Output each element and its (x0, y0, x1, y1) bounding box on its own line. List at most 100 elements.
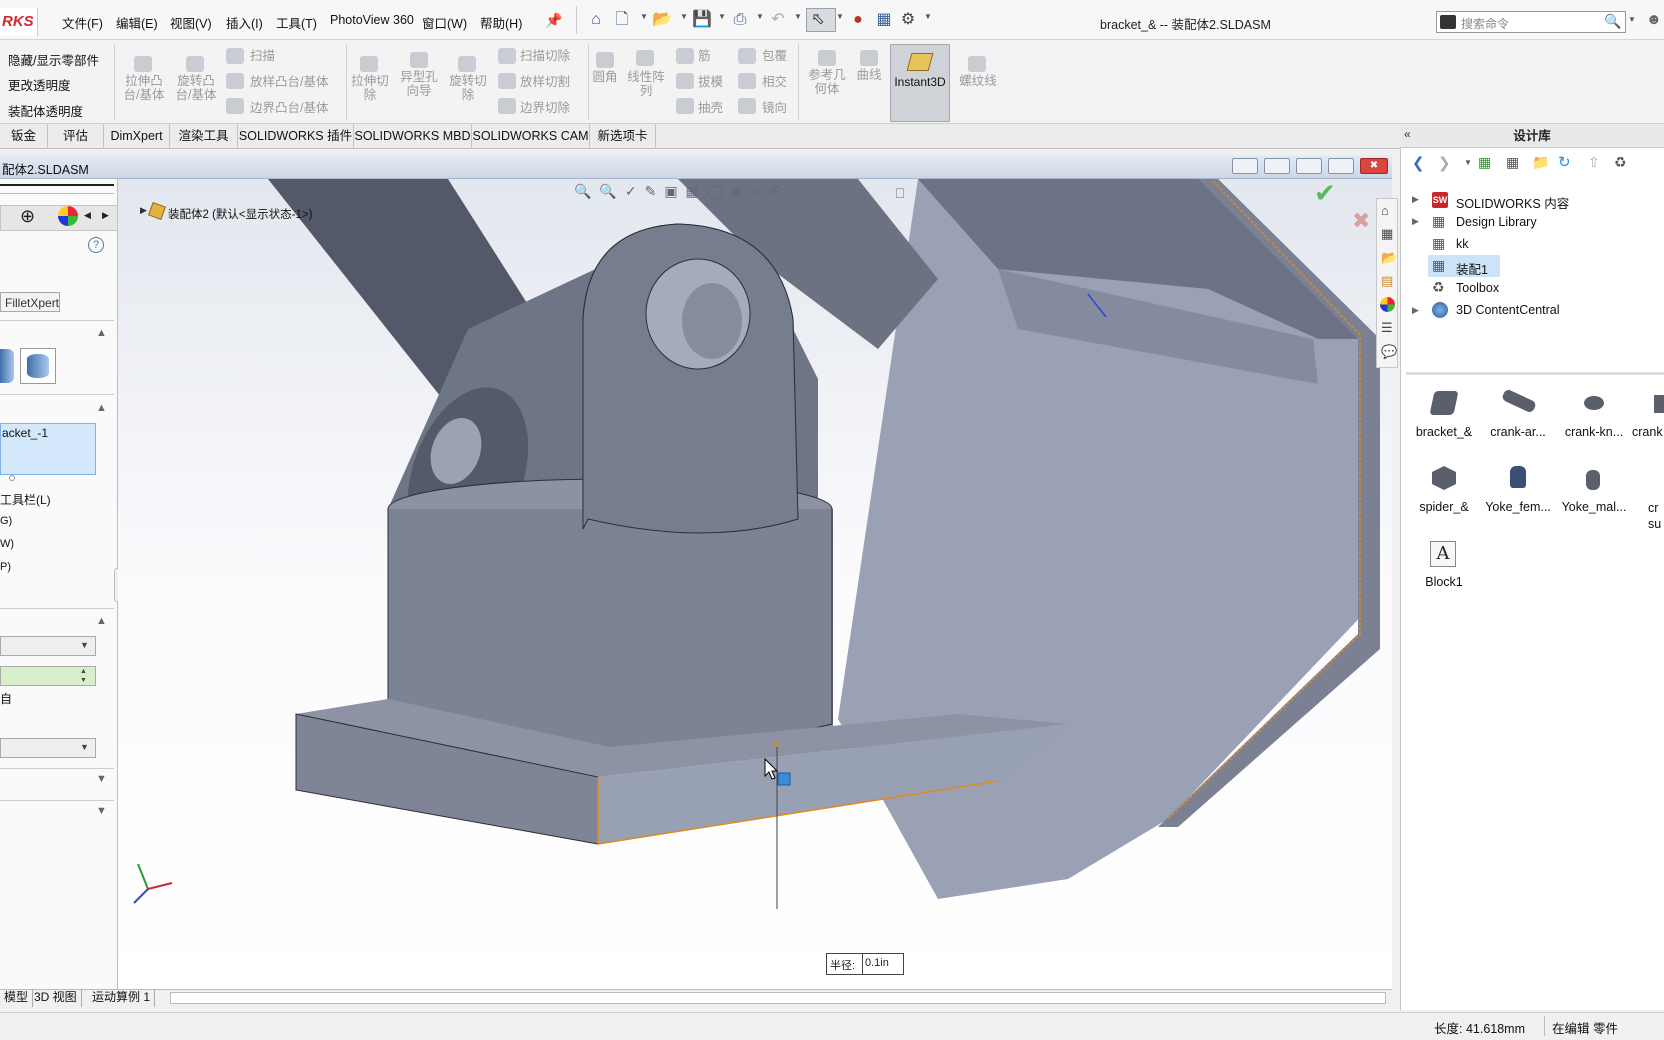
extrude-boss-button[interactable]: 拉伸凸 台/基体 (118, 74, 170, 102)
library-item-block1[interactable]: Block1 (1406, 575, 1482, 589)
selection-item[interactable]: acket_-1 (2, 426, 48, 440)
search-icon[interactable]: 🔍 (1604, 13, 1621, 30)
loft-cut-button[interactable]: 放样切割 (520, 75, 570, 89)
radius-value[interactable]: 0.1in (862, 954, 902, 974)
chevron-down-icon[interactable]: ▼ (794, 12, 802, 21)
create-folder-icon[interactable]: 📁 (1532, 154, 1549, 171)
chevron-left-icon[interactable]: ◀ (84, 210, 91, 221)
new-document-icon[interactable]: 🗋 (612, 10, 632, 30)
tab-motion-study[interactable]: 运动算例 1 (88, 989, 156, 1007)
library-item-crank-knob[interactable]: crank-kn... (1556, 425, 1632, 439)
chevron-down-icon[interactable]: ▼ (96, 773, 107, 785)
assembly-transparency-button[interactable]: 装配体透明度 (8, 101, 83, 120)
hole-wizard-button[interactable]: 异型孔 向导 (396, 70, 442, 98)
splitter[interactable] (1406, 372, 1664, 375)
fillet-type-constant-icon[interactable] (0, 349, 14, 383)
home-icon[interactable]: ⌂ (586, 10, 606, 30)
chevron-down-icon[interactable]: ▼ (640, 12, 648, 21)
instant3d-button[interactable]: Instant3D (890, 44, 950, 122)
feature-tree-root[interactable]: 装配体2 (默认<显示状态-1>) (168, 206, 312, 222)
back-icon[interactable]: ❮ (1412, 154, 1425, 172)
panel-tab-strip[interactable] (0, 184, 114, 194)
wrap-button[interactable]: 包覆 (762, 49, 787, 63)
tab-model[interactable]: 模型 (0, 989, 34, 1007)
search-input[interactable]: 搜索命令 (1436, 11, 1626, 33)
chevron-up-icon[interactable]: ▲ (96, 615, 107, 627)
undo-icon[interactable]: ↶ (768, 10, 788, 30)
gear-icon[interactable]: ⚙ (898, 10, 918, 30)
tab-new-tab[interactable]: 新选项卡 (590, 124, 656, 149)
cancel-x-icon[interactable]: ✖ (1352, 208, 1370, 234)
tree-item-design-library[interactable]: Design Library (1456, 215, 1537, 229)
library-item-crank-arm[interactable]: crank-ar... (1480, 425, 1556, 439)
selection-handle[interactable] (777, 772, 791, 786)
forward-icon[interactable]: ❯ (1438, 154, 1451, 172)
sweep-button[interactable]: 扫描 (250, 49, 275, 63)
tab-solidworks-addins[interactable]: SOLIDWORKS 插件 (238, 124, 354, 149)
menu-window[interactable]: 窗口(W) (422, 13, 467, 32)
tab-3d-views[interactable]: 3D 视图 (30, 989, 82, 1007)
tangent-propagation-label[interactable]: 自 (0, 690, 12, 707)
mirror-button[interactable]: 镜向 (762, 101, 787, 115)
home-icon[interactable]: ⌂ (1381, 203, 1389, 218)
option-g[interactable]: G) (0, 515, 12, 527)
extrude-cut-button[interactable]: 拉伸切 除 (348, 74, 392, 102)
up-one-level-icon[interactable]: ⇧ (1588, 154, 1600, 171)
expand-icon[interactable]: ▶ (1412, 305, 1419, 316)
chevron-down-icon[interactable]: ▼ (1628, 15, 1636, 24)
tab-solidworks-cam[interactable]: SOLIDWORKS CAM (472, 124, 590, 149)
model-scene[interactable] (118, 179, 1392, 989)
chevron-down-icon[interactable]: ▼ (836, 12, 844, 21)
helix-button[interactable]: 螺纹线 (956, 74, 1000, 88)
appearance-icon[interactable] (58, 206, 78, 226)
tab-sheet-metal[interactable]: 钣金 (0, 124, 48, 149)
menu-photoview[interactable]: PhotoView 360 (330, 13, 414, 27)
fillet-button[interactable]: 圆角 (590, 70, 620, 84)
rebuild-icon[interactable]: ● (848, 10, 868, 30)
chevron-down-icon[interactable]: ▼ (680, 12, 688, 21)
filletxpert-tab[interactable]: FilletXpert (0, 292, 60, 312)
intersect-button[interactable]: 相交 (762, 75, 787, 89)
folder-icon[interactable]: 📂 (1381, 250, 1397, 266)
loft-button[interactable]: 放样凸台/基体 (250, 75, 328, 89)
library-item-spider[interactable]: spider_& (1406, 500, 1482, 514)
pin-icon[interactable]: 📌 (544, 10, 564, 30)
tree-item-kk[interactable]: kk (1456, 237, 1469, 251)
library-item-yoke-male[interactable]: Yoke_mal... (1556, 500, 1632, 514)
chevron-down-icon[interactable]: ▼ (718, 12, 726, 21)
chevron-up-icon[interactable]: ▲ (96, 327, 107, 339)
expand-tree-icon[interactable]: ▶ (140, 205, 147, 216)
ok-checkmark-icon[interactable]: ✔ (1314, 178, 1336, 209)
option-p[interactable]: P) (0, 561, 11, 573)
chevron-down-icon[interactable]: ▼ (1464, 158, 1472, 167)
show-toolbar-checkbox-label[interactable]: 工具栏(L) (0, 491, 51, 508)
chevron-down-icon[interactable]: ▼ (924, 12, 932, 21)
chevron-down-icon[interactable]: ▼ (96, 805, 107, 817)
add-file-location-icon[interactable]: ▦ (1506, 154, 1519, 171)
forum-icon[interactable]: 💬 (1381, 344, 1397, 360)
tab-render-tools[interactable]: 渲染工具 (170, 124, 238, 149)
spinner-icon[interactable]: ▲ ▼ (80, 667, 87, 685)
rib-button[interactable]: 筋 (698, 49, 711, 63)
chevron-double-left-icon[interactable]: « (1404, 127, 1411, 141)
close-button[interactable]: ✖ (1360, 158, 1388, 174)
add-to-library-icon[interactable]: ▦ (1478, 154, 1491, 171)
help-icon[interactable]: ? (88, 237, 104, 253)
hide-show-components-button[interactable]: 隐藏/显示零部件 (8, 50, 99, 69)
refresh-icon[interactable]: ↻ (1558, 153, 1571, 171)
expand-icon[interactable]: ▶ (1412, 216, 1419, 227)
heads-up-view-toolbar[interactable]: 🔍🔍✓✎▣▦◯◉○☍ (574, 183, 789, 200)
revolve-cut-button[interactable]: 旋转切 除 (446, 74, 490, 102)
tree-item-solidworks-content[interactable]: SOLIDWORKS 内容 (1456, 193, 1569, 212)
shell-button[interactable]: 抽壳 (698, 101, 723, 115)
reference-geometry-button[interactable]: 参考几 何体 (804, 68, 850, 96)
change-transparency-button[interactable]: 更改透明度 (8, 75, 71, 94)
menu-help[interactable]: 帮助(H) (480, 13, 522, 32)
toolbox-icon[interactable]: ♻ (1614, 154, 1627, 171)
display-monitor-icon[interactable]: ⎕ (896, 185, 904, 202)
solidworks-logo[interactable]: RKS (0, 8, 38, 36)
restore-button[interactable] (1328, 158, 1354, 174)
tile-horizontal-button[interactable] (1232, 158, 1258, 174)
curves-button[interactable]: 曲线 (854, 68, 884, 82)
sweep-cut-button[interactable]: 扫描切除 (520, 49, 570, 63)
